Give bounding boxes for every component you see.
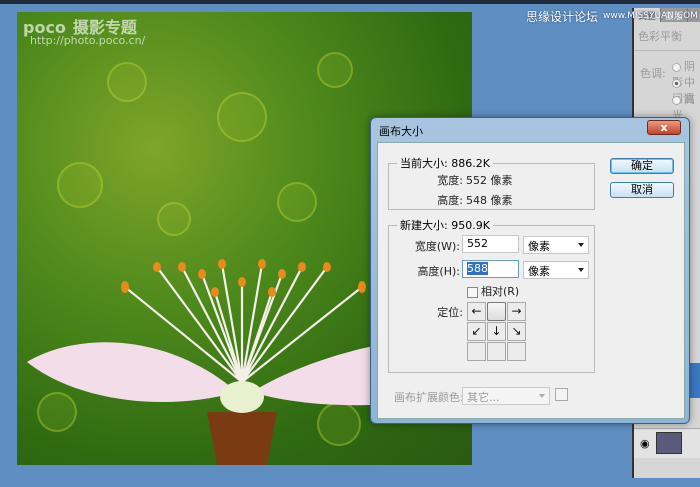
- radio-icon: [672, 62, 681, 72]
- anchor-arrow-down-left-icon[interactable]: ↙: [467, 322, 486, 341]
- cancel-button[interactable]: 取消: [610, 182, 674, 198]
- extension-color-label: 画布扩展颜色:: [394, 391, 464, 404]
- new-height-label: 高度(H):: [417, 265, 460, 278]
- close-button[interactable]: x: [647, 120, 681, 135]
- anchor-center[interactable]: [487, 302, 506, 321]
- anchor-cell[interactable]: [487, 342, 506, 361]
- current-height-label: 高度:: [437, 194, 463, 207]
- chevron-down-icon: [539, 394, 545, 401]
- extension-color-swatch[interactable]: [555, 388, 568, 401]
- dialog-title: 画布大小: [379, 125, 423, 138]
- width-unit-select[interactable]: 像素: [523, 236, 589, 254]
- watermark-url: http://photo.poco.cn/: [30, 34, 146, 47]
- checkbox-icon: [467, 286, 478, 298]
- extension-color-select[interactable]: 其它...: [462, 387, 550, 405]
- relative-checkbox[interactable]: 相对(R): [467, 283, 519, 299]
- width-unit: 像素: [528, 240, 550, 253]
- layer-thumbnail: [656, 432, 682, 454]
- top-bar: [0, 0, 700, 4]
- tone-label: 色调:: [640, 67, 666, 80]
- current-width-label: 宽度:: [437, 174, 463, 187]
- current-height-value: 548 像素: [466, 194, 513, 207]
- anchor-cell[interactable]: [507, 342, 526, 361]
- radio-checked-icon: [672, 78, 681, 88]
- height-unit-select[interactable]: 像素: [523, 261, 589, 279]
- new-size-legend: 新建大小: 950.9K: [400, 219, 490, 232]
- anchor-arrow-left-icon[interactable]: ←: [467, 302, 486, 321]
- anchor-arrow-right-icon[interactable]: →: [507, 302, 526, 321]
- anchor-cell[interactable]: [467, 342, 486, 361]
- current-size-legend: 当前大小: 886.2K: [400, 157, 490, 170]
- layers-row[interactable]: ◉: [634, 428, 700, 458]
- height-unit: 像素: [528, 265, 550, 278]
- height-value: 588: [467, 262, 488, 275]
- anchor-arrow-down-right-icon[interactable]: ↘: [507, 322, 526, 341]
- panel-title: 色彩平衡: [634, 22, 700, 51]
- height-input[interactable]: 588: [462, 260, 519, 278]
- ok-button[interactable]: 确定: [610, 158, 674, 174]
- anchor-label: 定位:: [437, 306, 463, 319]
- canvas-size-dialog: 画布大小 x 当前大小: 886.2K 宽度: 552 像素 高度: 548 像…: [370, 117, 690, 424]
- chevron-down-icon: [578, 243, 584, 250]
- extension-color-value: 其它...: [467, 391, 500, 404]
- anchor-grid[interactable]: ← → ↙ ↓ ↘: [467, 302, 526, 361]
- current-width-value: 552 像素: [466, 174, 513, 187]
- anchor-arrow-down-icon[interactable]: ↓: [487, 322, 506, 341]
- relative-label: 相对(R): [481, 285, 520, 298]
- eye-icon[interactable]: ◉: [640, 437, 650, 450]
- radio-icon: [672, 95, 681, 105]
- site-url-watermark: www.MISSYUAN.COM: [603, 11, 698, 21]
- chevron-down-icon: [578, 268, 584, 275]
- new-width-label: 宽度(W):: [414, 240, 460, 253]
- width-value: 552: [467, 237, 488, 250]
- site-watermark: 思缘设计论坛: [526, 10, 599, 24]
- width-input[interactable]: 552: [462, 235, 519, 253]
